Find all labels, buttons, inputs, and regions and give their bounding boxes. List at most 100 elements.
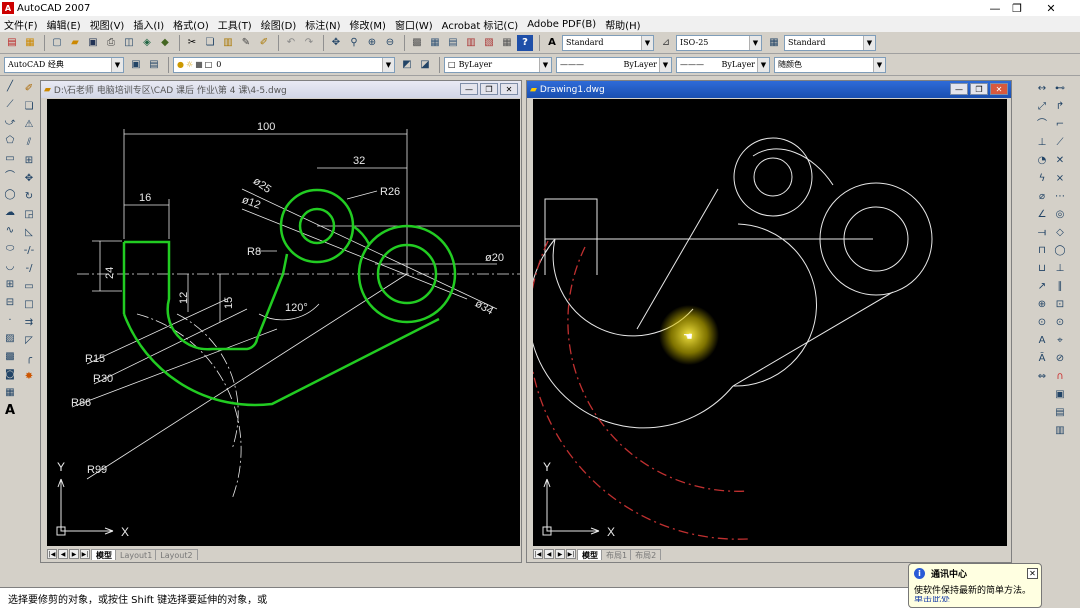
linetype-select[interactable]: ——— ByLayer ▼ — [556, 56, 672, 73]
open-icon[interactable]: ▦ — [22, 35, 38, 51]
menu-format[interactable]: 格式(O) — [173, 17, 209, 32]
menu-insert[interactable]: 插入(I) — [133, 17, 164, 32]
chamfer-icon[interactable]: ◸ — [21, 333, 37, 349]
zoom-window-icon[interactable]: ⊕ — [364, 35, 380, 51]
array-icon[interactable]: ⊞ — [21, 153, 37, 169]
menu-window[interactable]: 窗口(W) — [395, 17, 433, 32]
menu-draw[interactable]: 绘图(D) — [261, 17, 297, 32]
redo-icon[interactable]: ↷ — [301, 35, 317, 51]
window-close-button[interactable]: ✕ — [500, 83, 518, 95]
point-icon[interactable]: · — [2, 313, 18, 329]
tab-layout2[interactable]: Layout2 — [155, 548, 198, 560]
window-maximize-button[interactable]: ❐ — [480, 83, 498, 95]
tab-model[interactable]: 模型 — [577, 548, 603, 560]
multiline-text-icon[interactable]: A — [2, 403, 18, 419]
copy-icon[interactable]: ❏ — [202, 35, 218, 51]
paste-icon[interactable]: ▥ — [220, 35, 236, 51]
last-tab-icon[interactable]: ▶| — [80, 549, 90, 559]
window-titlebar[interactable]: ▰ Drawing1.dwg — ❐ ✕ — [527, 81, 1011, 98]
arc-icon[interactable]: ⌒ — [2, 169, 18, 185]
angular-dim-icon[interactable]: ∠ — [1034, 207, 1050, 223]
menu-file[interactable]: 文件(F) — [4, 17, 38, 32]
menu-modify[interactable]: 修改(M) — [350, 17, 386, 32]
gradient-icon[interactable]: ▩ — [2, 349, 18, 365]
radius-dim-icon[interactable]: ◔ — [1034, 153, 1050, 169]
color-select[interactable]: □ ByLayer ▼ — [444, 56, 552, 73]
snap-midpoint-icon[interactable]: ⟋ — [1052, 135, 1068, 151]
snap-apparent-icon[interactable]: ⨯ — [1052, 171, 1068, 187]
zoom-previous-icon[interactable]: ⊖ — [382, 35, 398, 51]
block-editor-icon[interactable]: ✐ — [256, 35, 272, 51]
spline-icon[interactable]: ∿ — [2, 223, 18, 239]
ellipse-arc-icon[interactable]: ◡ — [2, 259, 18, 275]
explode-icon[interactable]: ✸ — [21, 369, 37, 385]
continue-icon[interactable]: ⊔ — [1034, 261, 1050, 277]
trim-icon[interactable]: -/- — [21, 243, 37, 259]
menu-edit[interactable]: 编辑(E) — [47, 17, 81, 32]
snap-intersection-icon[interactable]: ✕ — [1052, 153, 1068, 169]
linear-dim-icon[interactable]: ↔ — [1034, 81, 1050, 97]
snap-temp-icon[interactable]: ⊷ — [1052, 81, 1068, 97]
tab-model[interactable]: 模型 — [91, 548, 117, 560]
snap-from-icon[interactable]: ↱ — [1052, 99, 1068, 115]
rotate-icon[interactable]: ↻ — [21, 189, 37, 205]
make-block-icon[interactable]: ⊟ — [2, 295, 18, 311]
stretch-icon[interactable]: ◺ — [21, 225, 37, 241]
prev-tab-icon[interactable]: ◀ — [544, 549, 554, 559]
plot-icon[interactable]: ◆ — [157, 35, 173, 51]
folder-icon[interactable]: ▰ — [67, 35, 83, 51]
dim-edit-icon[interactable]: A — [1034, 333, 1050, 349]
markup-icon[interactable]: ▧ — [481, 35, 497, 51]
jogged-icon[interactable]: ϟ — [1034, 171, 1050, 187]
command-line[interactable]: 选择要修剪的对象，或按住 Shift 键选择要延伸的对象，或 — [0, 587, 910, 608]
preview-icon[interactable]: ◫ — [121, 35, 137, 51]
last-tab-icon[interactable]: ▶| — [566, 549, 576, 559]
scale-icon[interactable]: ◲ — [21, 207, 37, 223]
zoom-realtime-icon[interactable]: ⚲ — [346, 35, 362, 51]
workspace-settings-icon[interactable]: ▣ — [128, 57, 144, 73]
properties-icon[interactable]: ▩ — [409, 35, 425, 51]
break-at-point-icon[interactable]: □ — [21, 297, 37, 313]
menu-tools[interactable]: 工具(T) — [218, 17, 252, 32]
quick-dim-icon[interactable]: ⟞ — [1034, 225, 1050, 241]
make-current-icon[interactable]: ◩ — [399, 57, 415, 73]
print-icon[interactable]: ⎙ — [103, 35, 119, 51]
erase-icon[interactable]: ✐ — [21, 81, 37, 97]
ellipse-icon[interactable]: ⬭ — [2, 241, 18, 257]
mirror-icon[interactable]: ⚠ — [21, 117, 37, 133]
ordinate-icon[interactable]: ⊥ — [1034, 135, 1050, 151]
offset-icon[interactable]: ⫽ — [21, 135, 37, 151]
hatch-icon[interactable]: ▨ — [2, 331, 18, 347]
new-icon[interactable]: ▤ — [4, 35, 20, 51]
snap-tangent-icon[interactable]: ◯ — [1052, 243, 1068, 259]
snap-endpoint-icon[interactable]: ⌐ — [1052, 117, 1068, 133]
layer-manager-icon[interactable]: ▤ — [146, 57, 162, 73]
snap-perpendicular-icon[interactable]: ⊥ — [1052, 261, 1068, 277]
menu-help[interactable]: 帮助(H) — [605, 17, 640, 32]
notification-link[interactable]: 单击此处 — [914, 596, 1036, 602]
undo-icon[interactable]: ↶ — [283, 35, 299, 51]
qnew-icon[interactable]: ▢ — [49, 35, 65, 51]
table-style-select[interactable]: Standard ▼ — [784, 34, 876, 51]
aligned-dim-icon[interactable]: ⤢ — [1034, 99, 1050, 115]
line-icon[interactable]: ╱ — [2, 79, 18, 95]
layer-select[interactable]: ● ☼ ■ □ 0 ▼ — [173, 56, 395, 73]
lineweight-select[interactable]: ——— ByLayer ▼ — [676, 56, 770, 73]
cut-icon[interactable]: ✂ — [184, 35, 200, 51]
center-mark-icon[interactable]: ⊙ — [1034, 315, 1050, 331]
construction-line-icon[interactable]: ⟋ — [2, 97, 18, 113]
snap-insert-icon[interactable]: ⊡ — [1052, 297, 1068, 313]
tab-layout2[interactable]: 布局2 — [630, 548, 662, 560]
sheet-set-icon[interactable]: ▥ — [463, 35, 479, 51]
arc-length-icon[interactable]: ⌒ — [1034, 117, 1050, 133]
view-2-icon[interactable]: ▤ — [1052, 405, 1068, 421]
text-style-select[interactable]: Standard ▼ — [562, 34, 654, 51]
window-maximize-button[interactable]: ❐ — [970, 83, 988, 95]
pan-icon[interactable]: ✥ — [328, 35, 344, 51]
tool-palettes-icon[interactable]: ▤ — [445, 35, 461, 51]
first-tab-icon[interactable]: |◀ — [47, 549, 57, 559]
fillet-icon[interactable]: ╭ — [21, 351, 37, 367]
snap-parallel-icon[interactable]: ∥ — [1052, 279, 1068, 295]
restore-button[interactable]: ❐ — [1000, 0, 1034, 16]
close-button[interactable]: ✕ — [1034, 0, 1068, 16]
